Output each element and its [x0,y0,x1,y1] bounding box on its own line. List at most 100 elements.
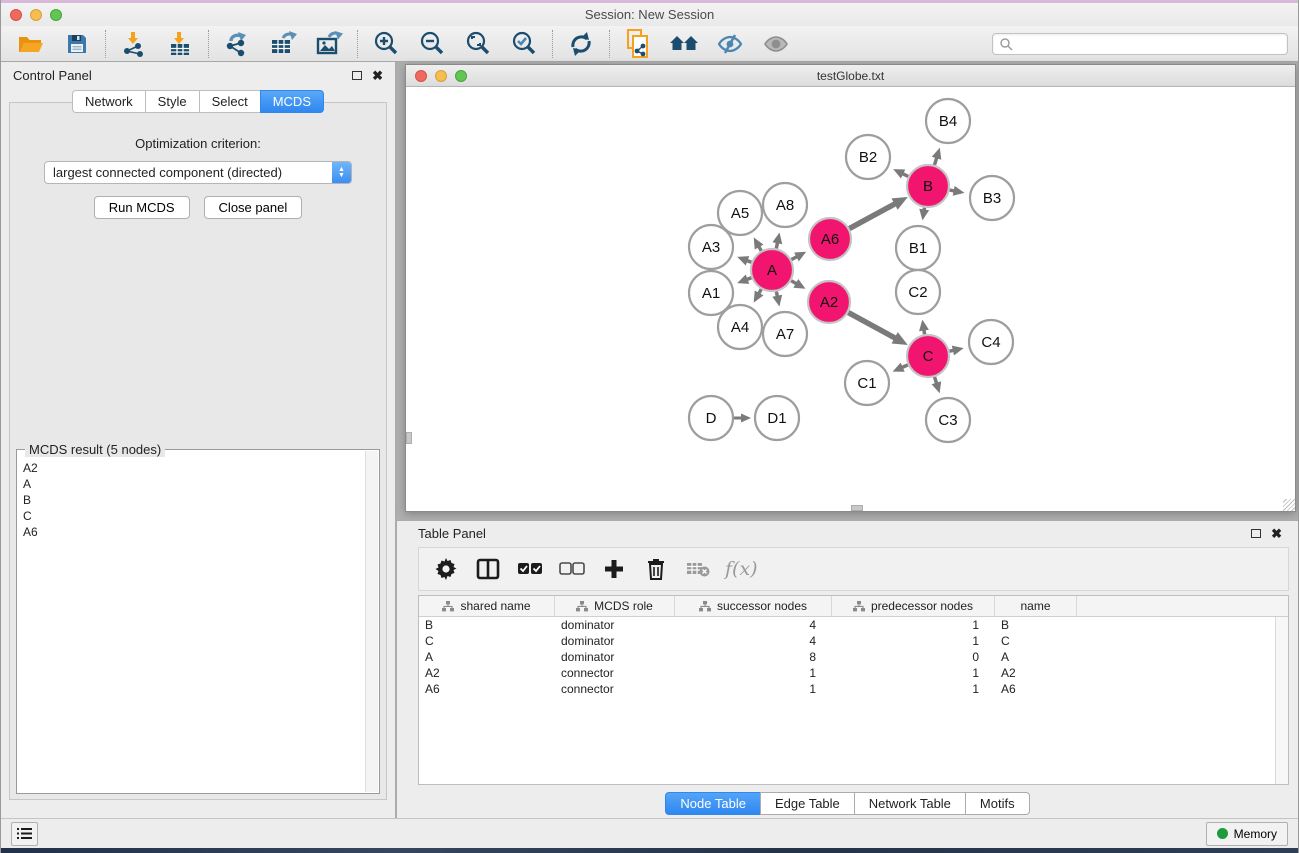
memory-button[interactable]: Memory [1206,822,1288,846]
table-cell[interactable]: 8 [675,649,832,665]
import-table-button[interactable] [160,28,200,60]
table-scrollbar[interactable] [1275,617,1288,784]
minimize-window-button[interactable] [30,9,42,21]
table-cell[interactable]: dominator [555,633,675,649]
refresh-button[interactable] [561,28,601,60]
function-builder-button[interactable]: f(x) [725,558,758,580]
tab-network[interactable]: Network [72,90,145,113]
delete-table-icon [686,560,710,578]
tab-motifs[interactable]: Motifs [965,792,1030,815]
table-cell[interactable]: A6 [995,681,1077,697]
mcds-result-item[interactable]: B [21,492,363,508]
table-cell[interactable]: 1 [675,665,832,681]
table-cell[interactable]: 1 [832,617,995,633]
table-cell[interactable]: 1 [832,665,995,681]
zoom-in-button[interactable] [366,28,406,60]
table-row[interactable]: Cdominator41C [419,633,1288,649]
column-header-successor-nodes[interactable]: successor nodes [675,596,832,616]
table-cell[interactable]: C [419,633,555,649]
select-all-button[interactable] [513,552,547,586]
tab-network-table[interactable]: Network Table [854,792,965,815]
home-networks-button[interactable] [664,28,704,60]
open-file-button[interactable] [11,28,51,60]
graph-node-label: A1 [702,285,720,302]
import-network-button[interactable] [114,28,154,60]
column-header-shared-name[interactable]: shared name [419,596,555,616]
table-cell[interactable]: 0 [832,649,995,665]
tab-edge-table[interactable]: Edge Table [760,792,854,815]
mcds-result-scrollbar[interactable] [365,451,378,792]
table-cell[interactable]: A [995,649,1077,665]
criterion-dropdown[interactable]: largest connected component (directed) ▲… [44,161,352,184]
zoom-selected-button[interactable] [504,28,544,60]
table-cell[interactable]: 4 [675,617,832,633]
column-header-name[interactable]: name [995,596,1077,616]
mcds-result-item[interactable]: A2 [21,460,363,476]
save-session-button[interactable] [57,28,97,60]
table-row[interactable]: Adominator80A [419,649,1288,665]
search-input[interactable] [1013,37,1281,51]
table-cell[interactable]: 1 [832,633,995,649]
toolbar-separator [609,30,610,58]
table-cell[interactable]: A6 [419,681,555,697]
show-task-history-button[interactable] [11,822,38,846]
table-row[interactable]: Bdominator41B [419,617,1288,633]
network-hscroll-thumb[interactable] [851,505,863,511]
table-row[interactable]: A6connector11A6 [419,681,1288,697]
close-table-panel-icon[interactable]: ✖ [1271,527,1282,540]
table-cell[interactable]: connector [555,665,675,681]
mcds-result-item[interactable]: A [21,476,363,492]
mcds-result-item[interactable]: A6 [21,524,363,540]
export-image-button[interactable] [309,28,349,60]
table-cell[interactable]: B [995,617,1077,633]
table-cell[interactable]: 4 [675,633,832,649]
tab-mcds[interactable]: MCDS [260,90,324,113]
mcds-result-item[interactable]: C [21,508,363,524]
table-cell[interactable]: dominator [555,617,675,633]
network-document-button[interactable] [618,28,658,60]
table-cell[interactable]: A2 [419,665,555,681]
zoom-out-button[interactable] [412,28,452,60]
tab-style[interactable]: Style [145,90,199,113]
table-cell[interactable]: dominator [555,649,675,665]
table-cell[interactable]: 1 [675,681,832,697]
run-mcds-button[interactable]: Run MCDS [94,196,190,219]
table-row[interactable]: A2connector11A2 [419,665,1288,681]
export-network-button[interactable] [217,28,257,60]
zoom-window-button[interactable] [50,9,62,21]
graph-edge-A6-B[interactable] [849,203,896,228]
network-window-titlebar[interactable]: testGlobe.txt [406,65,1295,87]
table-cell[interactable]: A [419,649,555,665]
column-header-mcds-role[interactable]: MCDS role [555,596,675,616]
split-view-button[interactable] [471,552,505,586]
close-panel-icon[interactable]: ✖ [372,69,383,82]
float-panel-icon[interactable] [352,71,362,80]
table-cell[interactable]: A2 [995,665,1077,681]
network-canvas[interactable]: AA1A2A3A4A5A6A7A8BB1B2B3B4CC1C2C3C4DD1 [406,87,1295,511]
column-header-predecessor-nodes[interactable]: predecessor nodes [832,596,995,616]
deselect-all-button[interactable] [555,552,589,586]
table-cell[interactable]: connector [555,681,675,697]
tab-select[interactable]: Select [199,90,260,113]
add-column-button[interactable] [597,552,631,586]
mcds-result-list: A2ABCA6 [21,460,363,789]
table-cell[interactable]: C [995,633,1077,649]
table-cell[interactable]: B [419,617,555,633]
zoom-fit-button[interactable] [458,28,498,60]
table-panel-title: Table Panel [418,526,486,541]
delete-column-button[interactable] [639,552,673,586]
tab-node-table[interactable]: Node Table [665,792,760,815]
close-window-button[interactable] [10,9,22,21]
export-table-button[interactable] [263,28,303,60]
show-panel-button[interactable] [756,28,796,60]
close-panel-button[interactable]: Close panel [204,196,303,219]
search-field[interactable] [992,33,1288,55]
network-vscroll-thumb[interactable] [406,432,412,444]
window-resize-grip[interactable] [1283,499,1295,511]
float-table-panel-icon[interactable] [1251,529,1261,538]
delete-table-button[interactable] [681,552,715,586]
graph-edge-A2-C[interactable] [848,313,896,339]
table-settings-button[interactable] [429,552,463,586]
hide-panel-button[interactable] [710,28,750,60]
table-cell[interactable]: 1 [832,681,995,697]
